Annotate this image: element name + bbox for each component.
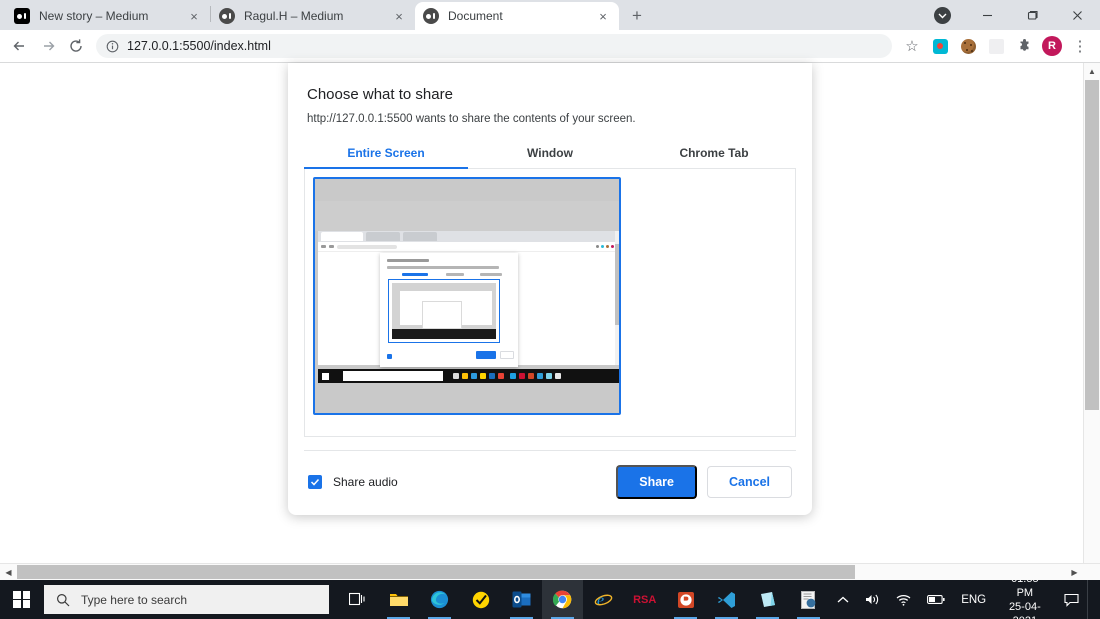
cancel-button[interactable]: Cancel <box>707 466 792 498</box>
taskbar-search-box[interactable]: Type here to search <box>44 585 329 614</box>
reload-button[interactable] <box>62 32 90 60</box>
python-idle-icon[interactable] <box>788 580 829 619</box>
dialog-subtitle: http://127.0.0.1:5500 wants to share the… <box>307 113 796 125</box>
info-circle-icon <box>106 40 119 53</box>
avatar-letter: R <box>1042 36 1062 56</box>
chevron-down-icon <box>938 11 947 20</box>
clock-date: 25-04-2021 <box>1002 600 1047 619</box>
horizontal-scrollbar[interactable]: ◀ ▶ <box>0 563 1100 580</box>
puzzle-piece-icon[interactable] <box>1010 32 1038 60</box>
microsoft-outlook-icon[interactable] <box>501 580 542 619</box>
tab-strip: New story – Medium × Ragul.H – Medium × … <box>0 0 1100 30</box>
vertical-scrollbar[interactable]: ▲ ▼ <box>1083 63 1100 580</box>
tab-chrome-tab[interactable]: Chrome Tab <box>632 140 796 168</box>
browser-tab-1[interactable]: New story – Medium × <box>6 2 210 30</box>
search-icon <box>56 593 70 607</box>
sticky-notes-icon[interactable] <box>747 580 788 619</box>
share-source-tabs: Entire Screen Window Chrome Tab <box>304 140 796 169</box>
scroll-left-arrow[interactable]: ◀ <box>0 564 17 581</box>
window-controls <box>920 0 1100 30</box>
tab-search-caret-icon[interactable] <box>920 0 965 30</box>
avatar[interactable]: R <box>1038 32 1066 60</box>
action-center-icon[interactable] <box>1056 593 1087 607</box>
tab-title: New story – Medium <box>39 9 186 23</box>
chrome-browser-window: New story – Medium × Ragul.H – Medium × … <box>0 0 1100 580</box>
thumbnail-screen-preview <box>315 179 619 413</box>
tab-title: Ragul.H – Medium <box>244 9 391 23</box>
microsoft-edge-icon[interactable] <box>419 580 460 619</box>
forward-button[interactable] <box>34 32 62 60</box>
bookmark-star-icon[interactable]: ☆ <box>898 32 926 60</box>
tab-entire-screen[interactable]: Entire Screen <box>304 140 468 168</box>
share-source-list <box>304 169 796 437</box>
language-indicator[interactable]: ENG <box>953 594 994 606</box>
screen-recorder-icon[interactable] <box>926 32 954 60</box>
thumbnail-chrome-window <box>318 231 619 365</box>
horizontal-scroll-thumb[interactable] <box>17 565 855 579</box>
volume-icon[interactable] <box>857 593 888 606</box>
rsa-label: RSA <box>633 594 656 606</box>
share-audio-label: Share audio <box>333 475 398 489</box>
tray-overflow-icon[interactable] <box>829 595 857 605</box>
minimize-button[interactable] <box>965 0 1010 30</box>
start-button[interactable] <box>0 580 44 619</box>
windows-logo-icon <box>13 591 30 608</box>
taskbar-search-placeholder: Type here to search <box>81 593 187 607</box>
tab-close-icon[interactable]: × <box>186 8 202 24</box>
tab-close-icon[interactable]: × <box>391 8 407 24</box>
entire-screen-thumbnail[interactable] <box>313 177 621 415</box>
scroll-right-arrow[interactable]: ▶ <box>1066 564 1083 581</box>
scroll-up-arrow[interactable]: ▲ <box>1084 63 1100 80</box>
browser-tab-3[interactable]: Document × <box>415 2 619 30</box>
browser-tab-2[interactable]: Ragul.H – Medium × <box>211 2 415 30</box>
maximize-button[interactable] <box>1010 0 1055 30</box>
show-desktop-button[interactable] <box>1087 580 1094 619</box>
thumbnail-nested-dialog <box>380 253 518 367</box>
browser-toolbar: 127.0.0.1:5500/index.html ☆ R ⋮ <box>0 30 1100 62</box>
cookie-icon[interactable] <box>954 32 982 60</box>
google-chrome-icon[interactable] <box>542 580 583 619</box>
windows-taskbar: Type here to search e <box>0 580 1100 619</box>
address-bar[interactable]: 127.0.0.1:5500/index.html <box>96 34 892 58</box>
qr-code-icon[interactable] <box>982 32 1010 60</box>
address-bar-url: 127.0.0.1:5500/index.html <box>127 39 271 53</box>
battery-icon[interactable] <box>919 594 953 605</box>
new-tab-button[interactable]: + <box>623 2 651 30</box>
share-screen-dialog: Choose what to share http://127.0.0.1:55… <box>288 63 812 515</box>
task-view-button[interactable] <box>337 580 378 619</box>
check-icon <box>310 477 320 487</box>
visual-studio-code-icon[interactable] <box>706 580 747 619</box>
medium-circle-icon <box>219 8 235 24</box>
tab-window[interactable]: Window <box>468 140 632 168</box>
tab-close-icon[interactable]: × <box>595 8 611 24</box>
medium-square-icon <box>14 8 30 24</box>
share-button[interactable]: Share <box>616 465 697 499</box>
back-button[interactable] <box>6 32 34 60</box>
internet-explorer-icon[interactable]: e <box>583 580 624 619</box>
medium-circle-icon <box>423 8 439 24</box>
rsa-securid-icon[interactable]: RSA <box>624 580 665 619</box>
chrome-menu-button[interactable]: ⋮ <box>1066 32 1094 60</box>
taskbar-app-icons: e RSA <box>337 580 829 619</box>
svg-text:e: e <box>597 592 604 609</box>
dialog-footer: Share audio Share Cancel <box>304 450 796 515</box>
share-audio-checkbox[interactable] <box>308 475 322 489</box>
close-button[interactable] <box>1055 0 1100 30</box>
thumbnail-taskbar <box>318 369 619 383</box>
file-explorer-icon[interactable] <box>378 580 419 619</box>
page-viewport: Choose what to share http://127.0.0.1:55… <box>0 62 1100 580</box>
wifi-icon[interactable] <box>888 594 919 606</box>
vertical-scroll-thumb[interactable] <box>1085 80 1099 410</box>
tab-title: Document <box>448 9 595 23</box>
norton-security-icon[interactable] <box>460 580 501 619</box>
microsoft-powerpoint-icon[interactable] <box>665 580 706 619</box>
dialog-title: Choose what to share <box>307 86 796 103</box>
